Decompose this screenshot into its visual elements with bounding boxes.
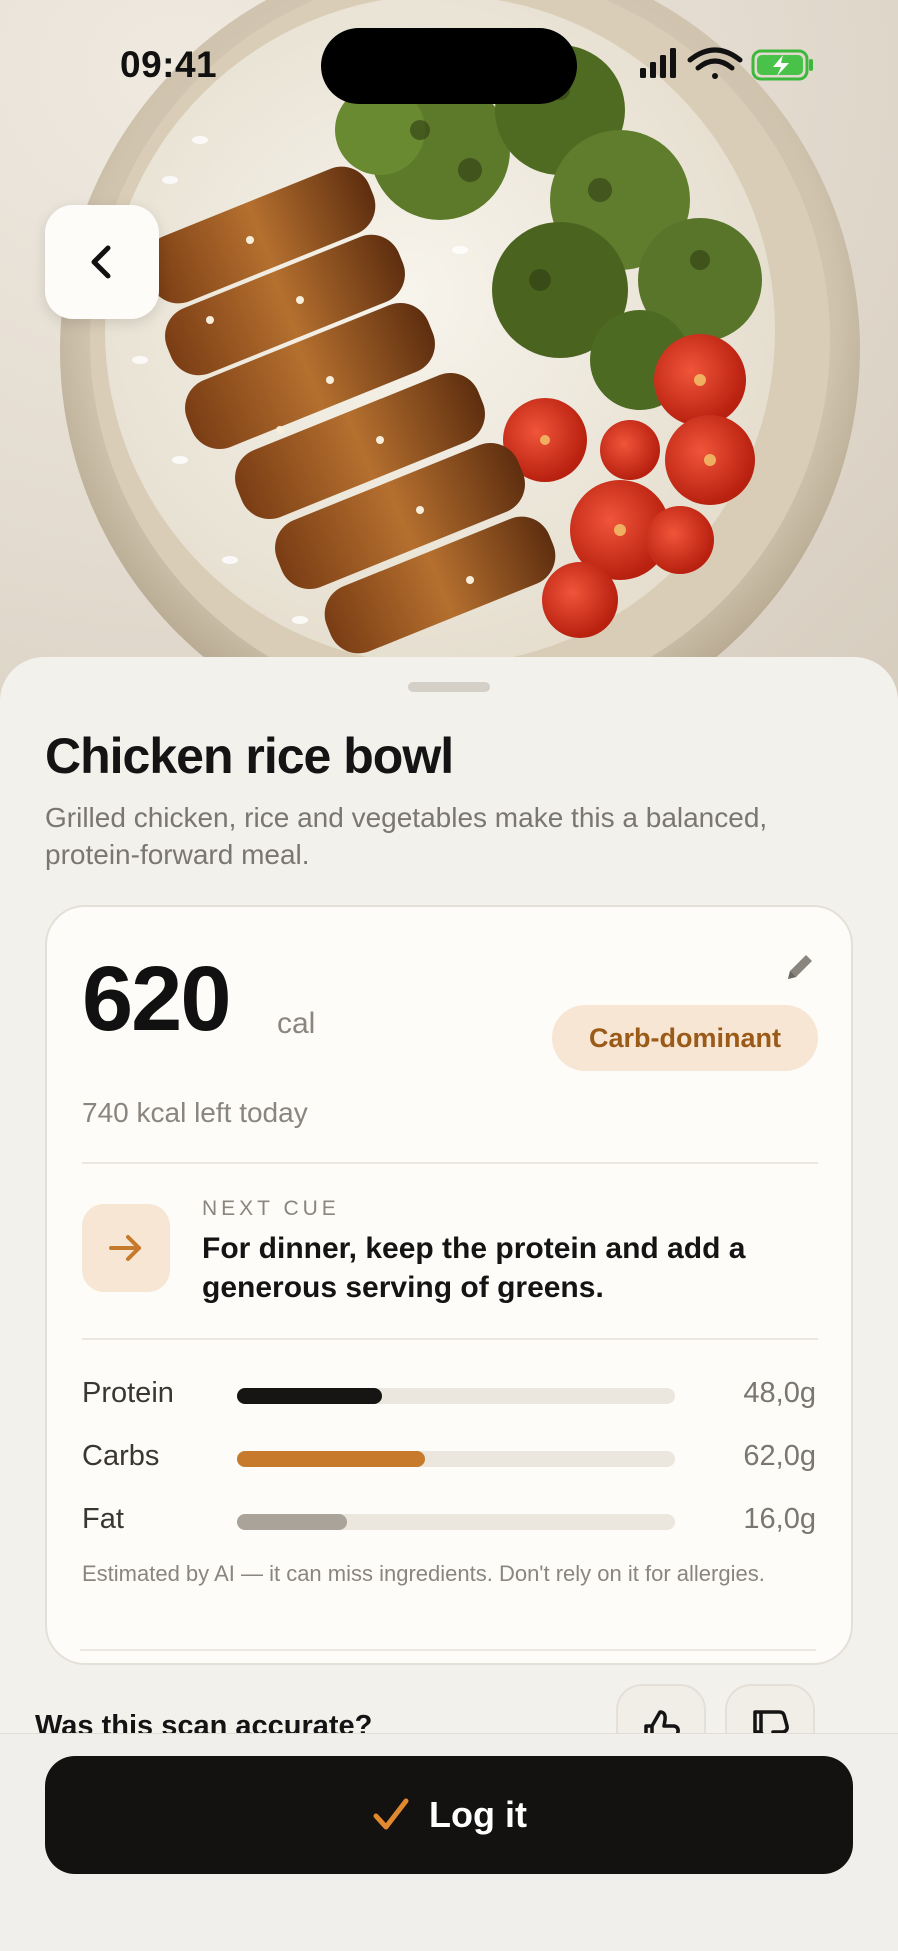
macro-bar-fill [237,1514,347,1530]
macro-bar [237,1514,675,1530]
checkmark-icon [373,1798,409,1830]
calorie-count: 620 [82,948,231,1050]
divider [82,1338,818,1340]
dynamic-island [321,28,577,104]
meal-title: Chicken rice bowl [45,728,454,784]
status-icons [640,47,813,81]
status-time: 09:41 [120,44,218,85]
macro-bar [237,1388,675,1404]
pencil-icon[interactable] [782,949,818,985]
divider [82,1162,818,1164]
food-bowl-illustration [60,0,860,700]
battery-charging-icon [751,49,813,81]
sheet-grabber[interactable] [408,682,490,692]
wifi-icon [687,47,743,79]
macro-value: 16,0g [743,1503,816,1535]
nutrition-card: 620 cal Carb-dominant 740 kcal left toda… [45,905,853,1665]
ai-disclaimer: Estimated by AI — it can miss ingredient… [82,1561,765,1586]
next-cue-label: NEXT CUE [202,1197,340,1220]
meal-description: Grilled chicken, rice and vegetables mak… [45,802,768,870]
macro-value: 62,0g [743,1440,816,1472]
cue-icon-tile [82,1204,170,1292]
macro-bar [237,1451,675,1467]
macro-balance-badge: Carb-dominant [552,1005,818,1071]
calories-remaining: 740 kcal left today [82,1097,308,1128]
divider [80,1649,816,1651]
signal-icon [640,48,676,78]
arrow-right-icon [109,1235,141,1261]
macro-name: Fat [82,1503,124,1535]
calorie-unit: cal [277,1007,316,1040]
chevron-left-icon [91,245,111,279]
macro-bar-fill [237,1451,426,1467]
macro-name: Protein [82,1377,174,1409]
macro-value: 48,0g [743,1377,816,1409]
next-cue-text: For dinner, keep the protein and add a g… [202,1232,746,1304]
log-it-label: Log it [429,1794,527,1835]
meal-photo: 09:41 [0,0,898,700]
bottom-action-bar: Log it [0,1733,898,1951]
macro-bar-fill [237,1388,382,1404]
macro-name: Carbs [82,1440,160,1472]
back-button[interactable] [45,205,159,319]
log-it-button[interactable]: Log it [45,1756,853,1874]
